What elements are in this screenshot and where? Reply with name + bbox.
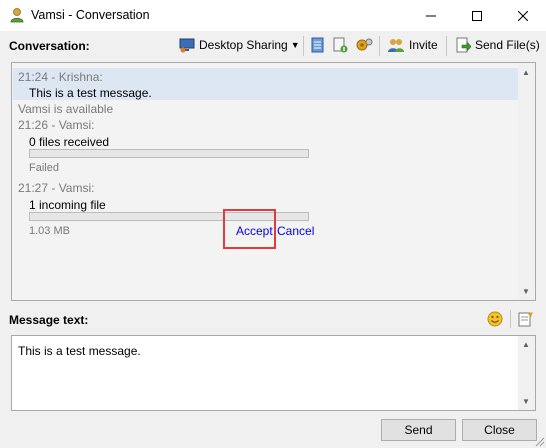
send-files-button[interactable]: Send File(s): [455, 37, 540, 53]
close-window-button[interactable]: [500, 0, 546, 31]
minimize-button[interactable]: [408, 0, 454, 31]
invite-icon: [388, 39, 404, 52]
toolbar-separator: [446, 36, 447, 56]
maximize-button[interactable]: [454, 0, 500, 31]
send-file-icon: [456, 37, 471, 53]
message-body: This is a test message.: [29, 86, 152, 100]
status-message: Vamsi is available: [18, 102, 114, 116]
conversation-scrollbar[interactable]: ▲ ▼: [518, 63, 535, 300]
maximize-icon: [472, 10, 482, 21]
message-scrollbar[interactable]: ▲ ▼: [518, 336, 535, 410]
file-transfer-text: 0 files received: [29, 135, 110, 149]
message-header: 21:27 - Vamsi:: [18, 181, 95, 195]
desktop-sharing-button[interactable]: Desktop Sharing ▼: [179, 37, 300, 53]
contact-info-icon[interactable]: [332, 37, 348, 53]
message-header: 21:26 - Vamsi:: [18, 118, 95, 132]
send-button[interactable]: Send: [381, 419, 456, 441]
message-text-label: Message text:: [9, 313, 89, 327]
settings-icon[interactable]: [355, 37, 373, 53]
message-input-text: This is a test message.: [18, 344, 141, 358]
window-title: Vamsi - Conversation: [31, 8, 150, 22]
message-header: 21:24 - Krishna:: [18, 70, 103, 84]
cancel-link[interactable]: Cancel: [277, 224, 314, 238]
close-icon: [518, 10, 528, 21]
format-text-icon[interactable]: [518, 311, 534, 327]
toolbar-separator: [510, 310, 511, 328]
chevron-down-icon: ▼: [290, 40, 300, 50]
invite-label: Invite: [409, 38, 438, 52]
send-files-label: Send File(s): [475, 38, 540, 52]
file-transfer-text: 1 incoming file: [29, 198, 106, 212]
resize-grip-icon[interactable]: [534, 436, 545, 447]
toolbar-separator: [379, 36, 380, 56]
close-button[interactable]: Close: [462, 419, 537, 441]
scroll-down-icon[interactable]: ▼: [522, 397, 530, 406]
emoticon-icon[interactable]: [487, 311, 503, 327]
message-input[interactable]: This is a test message. ▲ ▼: [11, 335, 536, 411]
file-progress-bar: [29, 149, 309, 158]
desktop-sharing-label: Desktop Sharing: [199, 38, 288, 52]
file-size: 1.03 MB: [29, 225, 70, 237]
accept-link[interactable]: Accept: [236, 224, 273, 238]
scroll-up-icon[interactable]: ▲: [522, 68, 530, 77]
desktop-sharing-icon: [179, 38, 195, 53]
invite-button[interactable]: Invite: [387, 37, 438, 53]
conversation-label: Conversation:: [9, 39, 90, 53]
toolbar-separator: [303, 36, 304, 56]
scroll-down-icon[interactable]: ▼: [522, 287, 530, 296]
scroll-up-icon[interactable]: ▲: [522, 340, 530, 349]
history-icon[interactable]: [311, 37, 325, 53]
transfer-state: Failed: [29, 162, 59, 174]
user-icon: [10, 8, 24, 23]
minimize-icon: [426, 15, 436, 16]
conversation-history[interactable]: 21:24 - Krishna: This is a test message.…: [11, 62, 536, 301]
